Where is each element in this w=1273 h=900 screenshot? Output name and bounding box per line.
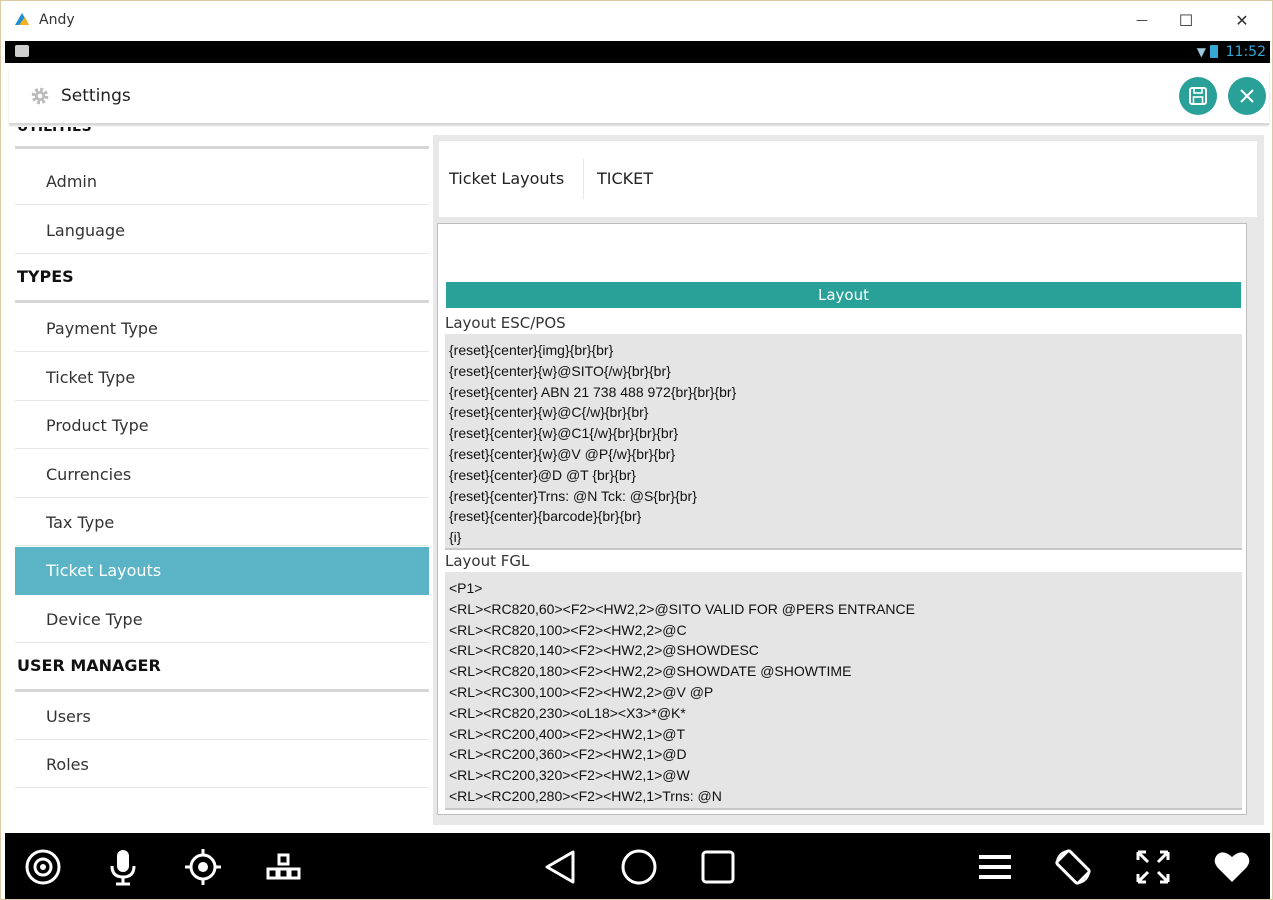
layout-section-bar: Layout [446, 282, 1241, 308]
window-titlebar: Andy — ☐ ✕ [1, 1, 1272, 39]
section-header-user-manager: USER MANAGER [15, 656, 429, 692]
code-line: {reset}{center} ABN 21 738 488 972{br}{b… [449, 383, 737, 400]
code-line: <RL><RC300,100><F2><HW2,2>@V @P [449, 683, 714, 700]
code-line: {reset}{center}{w}@SITO{/w}{br}{br} [449, 362, 671, 379]
wifi-icon: ▼ [1196, 45, 1206, 59]
settings-sidebar: UTILITIES Admin Language TYPES Payment T… [13, 127, 429, 831]
esc-pos-textarea[interactable]: {reset}{center}{img}{br}{br} {reset}{cent… [445, 334, 1242, 550]
section-header-utilities: UTILITIES [15, 127, 429, 149]
esc-pos-label: Layout ESC/POS [445, 314, 566, 332]
menu-icon[interactable] [975, 847, 1015, 887]
notification-icon [15, 45, 29, 57]
fgl-label: Layout FGL [445, 552, 530, 570]
code-line: {reset}{center}{w}@C{/w}{br}{br} [449, 404, 649, 421]
recents-icon[interactable] [698, 847, 738, 887]
minimize-icon: — [1136, 13, 1148, 27]
tab-divider [583, 159, 584, 199]
code-line: <RL><RC820,140><F2><HW2,2>@SHOWDESC [449, 642, 759, 659]
code-line: {reset}{center}{w}@V @P{/w}{br}{br} [449, 445, 676, 462]
android-nav-bar [5, 833, 1270, 899]
close-window-button[interactable]: ✕ [1222, 5, 1262, 35]
code-line: <RL><RC200,280><F2><HW2,1>Trns: @N [449, 787, 722, 804]
andy-logo-icon [15, 13, 29, 25]
apps-icon[interactable] [263, 847, 303, 887]
rotate-icon[interactable] [1053, 847, 1093, 887]
back-icon[interactable] [540, 847, 580, 887]
tab-ticket-layouts[interactable]: Ticket Layouts [449, 169, 564, 188]
layout-form: Layout Layout ESC/POS {reset}{center}{im… [437, 223, 1247, 815]
android-status-bar: ▼ 11:52 [5, 41, 1270, 63]
close-icon: ✕ [1235, 10, 1249, 30]
sidebar-item-admin[interactable]: Admin [15, 159, 429, 205]
emulator-window: Andy — ☐ ✕ ▼ 11:52 Settings UTILITIES Ad… [0, 0, 1273, 900]
code-line: <RL><RC820,60><F2><HW2,2>@SITO VALID FOR… [449, 600, 915, 617]
save-button[interactable] [1179, 77, 1217, 115]
sidebar-item-ticket-layouts[interactable]: Ticket Layouts [15, 547, 429, 595]
location-icon[interactable] [183, 847, 223, 887]
save-icon [1189, 87, 1207, 105]
sidebar-item-roles[interactable]: Roles [15, 742, 429, 788]
code-line: {i} [449, 529, 462, 546]
code-line: <RL><RC200,400><F2><HW2,1>@T [449, 725, 686, 742]
sidebar-item-users[interactable]: Users [15, 694, 429, 740]
code-line: <RL><RC200,320><F2><HW2,1>@W [449, 767, 690, 784]
section-header-types: TYPES [15, 267, 429, 303]
breadcrumb: Ticket Layouts TICKET [439, 141, 1257, 217]
code-line: {reset}{center}{img}{br}{br} [449, 342, 614, 358]
code-line: {reset}{center}{barcode}{br}{br} [449, 508, 642, 525]
sidebar-item-language[interactable]: Language [15, 208, 429, 254]
code-line: <P1> [449, 580, 483, 596]
sidebar-item-tax-type[interactable]: Tax Type [15, 500, 429, 546]
sidebar-item-product-type[interactable]: Product Type [15, 403, 429, 449]
maximize-button[interactable]: ☐ [1166, 5, 1206, 35]
page-title: Settings [61, 86, 131, 106]
sidebar-item-payment-type[interactable]: Payment Type [15, 306, 429, 352]
camera-icon[interactable] [23, 847, 63, 887]
close-icon [1240, 89, 1254, 103]
close-settings-button[interactable] [1228, 77, 1266, 115]
settings-header: Settings [9, 69, 1269, 125]
window-title: Andy [39, 12, 75, 28]
status-time: 11:52 [1225, 44, 1266, 60]
code-line: <RL><RC820,230><oL18><X3>*@K* [449, 704, 686, 721]
maximize-icon: ☐ [1178, 10, 1194, 30]
microphone-icon[interactable] [103, 847, 143, 887]
code-line: <RL><RC820,100><F2><HW2,2>@C [449, 621, 687, 638]
code-line: {reset}{center}@D @T {br}{br} [449, 466, 636, 483]
code-line: <RL><RC200,360><F2><HW2,1>@D [449, 746, 687, 763]
detail-panel: Ticket Layouts TICKET Layout Layout ESC/… [433, 135, 1264, 825]
code-line: {reset}{center}{w}@C1{/w}{br}{br}{br} [449, 425, 679, 442]
heart-icon[interactable] [1212, 847, 1252, 887]
fgl-textarea[interactable]: <P1> <RL><RC820,60><F2><HW2,2>@SITO VALID… [445, 572, 1242, 810]
code-line: <RL><RC820,180><F2><HW2,2>@SHOWDATE @SHO… [449, 663, 852, 680]
sidebar-item-device-type[interactable]: Device Type [15, 597, 429, 643]
fullscreen-icon[interactable] [1133, 847, 1173, 887]
minimize-button[interactable]: — [1122, 5, 1162, 35]
settings-content: UTILITIES Admin Language TYPES Payment T… [5, 127, 1270, 831]
sidebar-item-currencies[interactable]: Currencies [15, 452, 429, 498]
home-icon[interactable] [619, 847, 659, 887]
battery-icon [1210, 45, 1218, 58]
code-line: {reset}{center}Trns: @N Tck: @S{br}{br} [449, 487, 697, 504]
sidebar-item-ticket-type[interactable]: Ticket Type [15, 355, 429, 401]
tab-ticket[interactable]: TICKET [597, 169, 653, 188]
gear-icon [31, 87, 49, 105]
